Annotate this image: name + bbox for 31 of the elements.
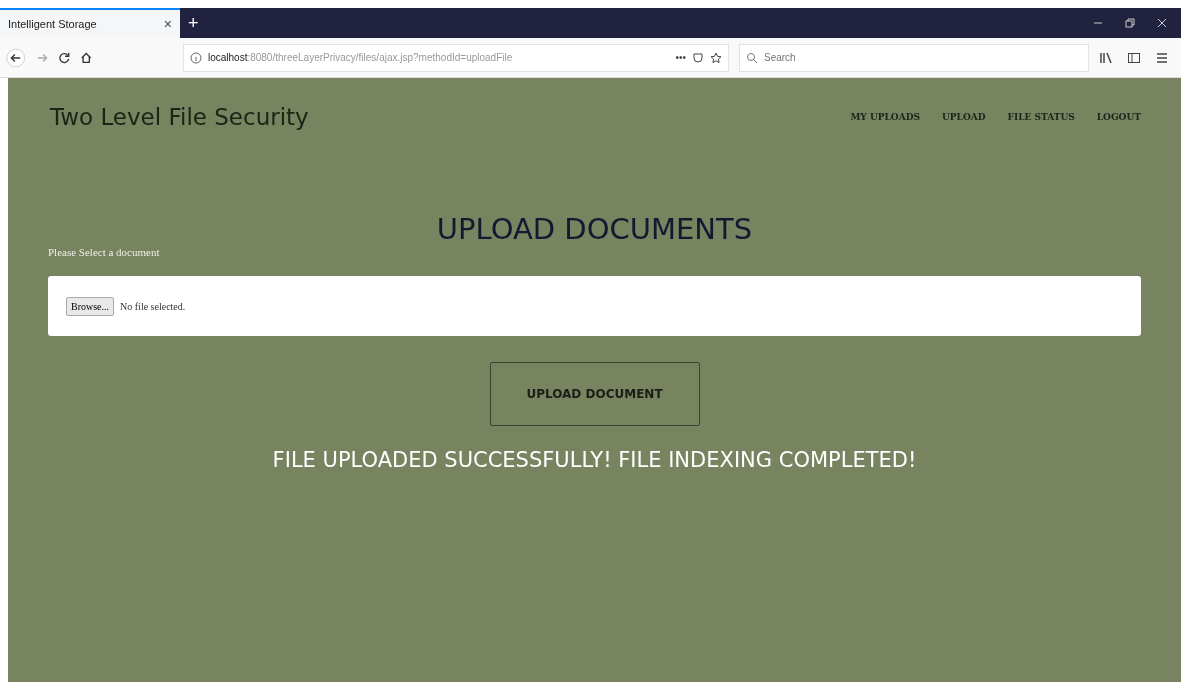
sidebar-icon[interactable] bbox=[1127, 50, 1141, 65]
new-tab-button[interactable]: + bbox=[180, 8, 207, 38]
file-status-text: No file selected. bbox=[120, 300, 186, 312]
page-actions-button[interactable]: ••• bbox=[675, 52, 686, 63]
tab-close-button[interactable]: × bbox=[163, 16, 172, 32]
nav-link[interactable]: FILE STATUS bbox=[1007, 112, 1075, 122]
page-heading: UPLOAD DOCUMENTS bbox=[435, 212, 754, 246]
shield-icon[interactable] bbox=[692, 51, 704, 64]
restore-icon[interactable] bbox=[1125, 18, 1135, 28]
file-input[interactable]: Browse... No file selected. bbox=[48, 276, 1141, 336]
home-icon[interactable] bbox=[80, 50, 93, 65]
star-icon[interactable] bbox=[710, 51, 722, 64]
library-icon[interactable] bbox=[1099, 50, 1113, 65]
close-icon[interactable] bbox=[1157, 18, 1167, 28]
browser-tab[interactable]: Intelligent Storage × bbox=[0, 8, 180, 38]
nav-link[interactable]: UPLOAD bbox=[942, 112, 986, 122]
browse-button[interactable]: Browse... bbox=[66, 296, 115, 316]
address-bar[interactable]: localhost:8080/threeLayerPrivacy/files/ajax.jsp?methodId=uploadFile ••• bbox=[182, 43, 729, 72]
menu-icon[interactable] bbox=[1155, 50, 1169, 65]
back-icon[interactable] bbox=[6, 46, 26, 69]
search-field[interactable]: Search bbox=[739, 43, 1089, 72]
upload-button[interactable]: UPLOAD DOCUMENT bbox=[489, 362, 700, 426]
tab-title: Intelligent Storage bbox=[8, 18, 97, 30]
field-label: Please Select a document bbox=[48, 246, 161, 258]
nav-link[interactable]: MY UPLOADS bbox=[850, 112, 920, 122]
success-message: FILE UPLOADED SUCCESSFULLY! FILE INDEXING COMPLETED! bbox=[271, 448, 918, 472]
url-text: localhost:8080/threeLayerPrivacy/files/ajax.jsp?methodId=uploadFile bbox=[207, 52, 513, 63]
nav-link[interactable]: LOGOUT bbox=[1096, 112, 1141, 122]
reload-icon[interactable] bbox=[58, 50, 71, 65]
site-title: Two Level File Security bbox=[49, 104, 309, 130]
info-icon bbox=[189, 51, 202, 64]
